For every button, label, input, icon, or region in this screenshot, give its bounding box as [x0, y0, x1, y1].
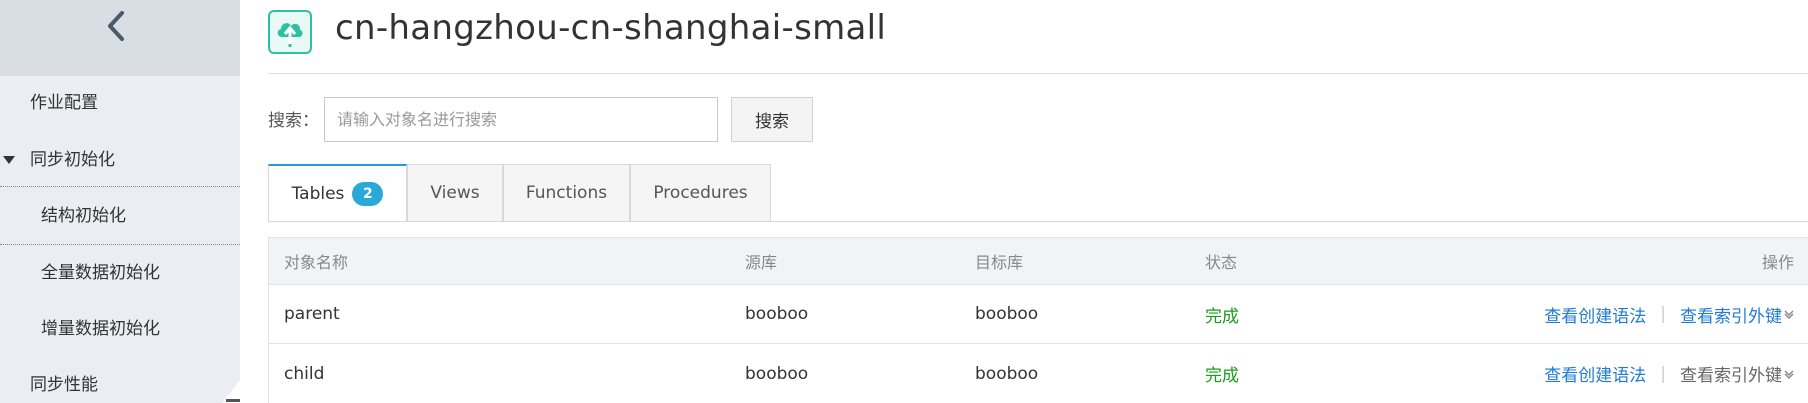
- view-index-fk-link[interactable]: 查看索引外键: [1680, 302, 1782, 327]
- tabs-divider: [268, 221, 1808, 222]
- sidebar: 作业配置 同步初始化 结构初始化 全量数据初始化 增量数据初始化 同步性能: [0, 0, 240, 403]
- caret-down-icon: [3, 156, 15, 164]
- sidebar-collapse-handle[interactable]: [226, 399, 240, 402]
- cloud-sync-icon: [268, 10, 312, 54]
- column-header-source: 源库: [745, 253, 778, 272]
- tab-label: Functions: [525, 183, 608, 203]
- page-title: cn-hangzhou-cn-shanghai-small: [335, 8, 887, 48]
- sidebar-item-label: 同步初始化: [30, 150, 115, 170]
- status-text: 完成: [1205, 306, 1239, 327]
- column-header-actions: 操作: [1761, 253, 1794, 272]
- sidebar-item-schema-init[interactable]: 结构初始化: [0, 202, 240, 232]
- sidebar-item-label: 全量数据初始化: [41, 263, 160, 283]
- sidebar-divider: [0, 244, 240, 245]
- target-db: booboo: [975, 363, 1039, 384]
- sidebar-header: [0, 0, 240, 76]
- main-content: cn-hangzhou-cn-shanghai-small 搜索： 搜索 Tab…: [240, 0, 1808, 403]
- chevron-down-icon[interactable]: [1784, 308, 1794, 322]
- tab-tables[interactable]: Tables 2: [268, 164, 407, 222]
- status-text: 完成: [1205, 366, 1239, 386]
- sidebar-item-label: 结构初始化: [41, 206, 126, 226]
- column-header-name: 对象名称: [284, 253, 349, 272]
- action-separator: |: [1660, 304, 1666, 324]
- sidebar-item-incremental-data-init[interactable]: 增量数据初始化: [0, 315, 240, 345]
- tab-label: Tables: [291, 184, 345, 204]
- action-separator: |: [1660, 363, 1666, 384]
- count-badge: 2: [352, 182, 384, 206]
- sidebar-item-sync-performance[interactable]: 同步性能: [0, 371, 240, 401]
- objects-table: 对象名称 源库 目标库 状态 操作 parent booboo booboo 完…: [268, 237, 1808, 403]
- sidebar-item-full-data-init[interactable]: 全量数据初始化: [0, 259, 240, 289]
- sidebar-item-sync-init[interactable]: 同步初始化: [0, 146, 240, 176]
- tab-procedures[interactable]: Procedures: [630, 164, 771, 221]
- search-button[interactable]: 搜索: [731, 97, 813, 142]
- search-input[interactable]: [324, 97, 718, 142]
- sidebar-item-label: 增量数据初始化: [41, 319, 160, 339]
- tab-label: Procedures: [653, 183, 748, 203]
- tab-views[interactable]: Views: [407, 164, 503, 221]
- chevron-left-icon[interactable]: [98, 8, 134, 44]
- sidebar-divider: [0, 186, 240, 187]
- table-row: child booboo booboo 完成 查看创建语法 | 查看索引外键: [269, 344, 1808, 403]
- row-actions: 查看创建语法 | 查看索引外键: [1544, 285, 1794, 343]
- tab-functions[interactable]: Functions: [503, 164, 630, 221]
- sidebar-item-label: 同步性能: [30, 375, 98, 395]
- title-divider: [268, 73, 1808, 74]
- object-name: child: [284, 363, 325, 384]
- tab-label: Views: [430, 183, 480, 203]
- sidebar-item-job-config[interactable]: 作业配置: [0, 89, 240, 119]
- view-create-syntax-link[interactable]: 查看创建语法: [1544, 302, 1646, 327]
- source-db: booboo: [745, 363, 809, 384]
- source-db: booboo: [745, 304, 809, 324]
- column-header-target: 目标库: [975, 253, 1024, 272]
- view-create-syntax-link[interactable]: 查看创建语法: [1544, 361, 1646, 386]
- chevron-down-icon[interactable]: [1784, 368, 1794, 382]
- view-index-fk-link[interactable]: 查看索引外键: [1680, 361, 1782, 386]
- table-row: parent booboo booboo 完成 查看创建语法 | 查看索引外键: [269, 285, 1808, 344]
- row-actions: 查看创建语法 | 查看索引外键: [1544, 344, 1794, 403]
- table-header: 对象名称 源库 目标库 状态 操作: [269, 238, 1808, 285]
- object-name: parent: [284, 304, 340, 324]
- search-label: 搜索：: [268, 111, 319, 131]
- sidebar-item-label: 作业配置: [30, 93, 98, 113]
- column-header-status: 状态: [1205, 253, 1238, 272]
- target-db: booboo: [975, 304, 1039, 324]
